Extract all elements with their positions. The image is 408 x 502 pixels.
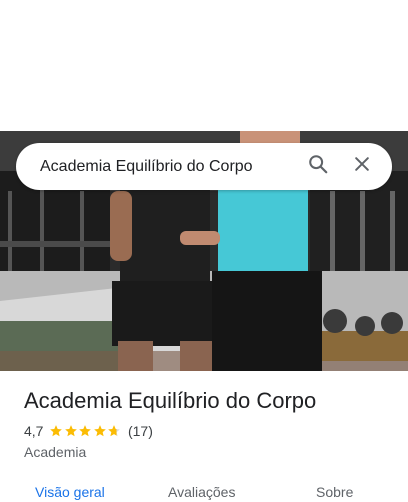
rating-value: 4,7: [24, 423, 44, 439]
star-icon: [79, 425, 92, 437]
search-icon: [307, 153, 329, 180]
search-button[interactable]: [296, 145, 340, 189]
search-bar[interactable]: Academia Equilíbrio do Corpo: [16, 143, 392, 190]
search-input[interactable]: Academia Equilíbrio do Corpo: [16, 158, 296, 176]
close-button[interactable]: [340, 145, 384, 189]
tab-overview[interactable]: Visão geral: [35, 484, 105, 500]
tab-reviews[interactable]: Avaliações: [168, 484, 235, 500]
star-icon: [108, 425, 121, 437]
star-icon: [50, 425, 63, 437]
place-title: Academia Equilíbrio do Corpo: [24, 388, 317, 413]
place-category[interactable]: Academia: [24, 444, 86, 460]
rating-row: 4,7 (17): [24, 423, 153, 439]
tab-about[interactable]: Sobre: [316, 484, 353, 500]
rating-stars: [49, 424, 122, 438]
close-icon: [352, 154, 372, 179]
star-icon: [94, 425, 106, 437]
tab-bar: Visão geral Avaliações Sobre: [0, 478, 408, 502]
review-count[interactable]: (17): [128, 423, 153, 439]
star-icon: [65, 425, 77, 437]
